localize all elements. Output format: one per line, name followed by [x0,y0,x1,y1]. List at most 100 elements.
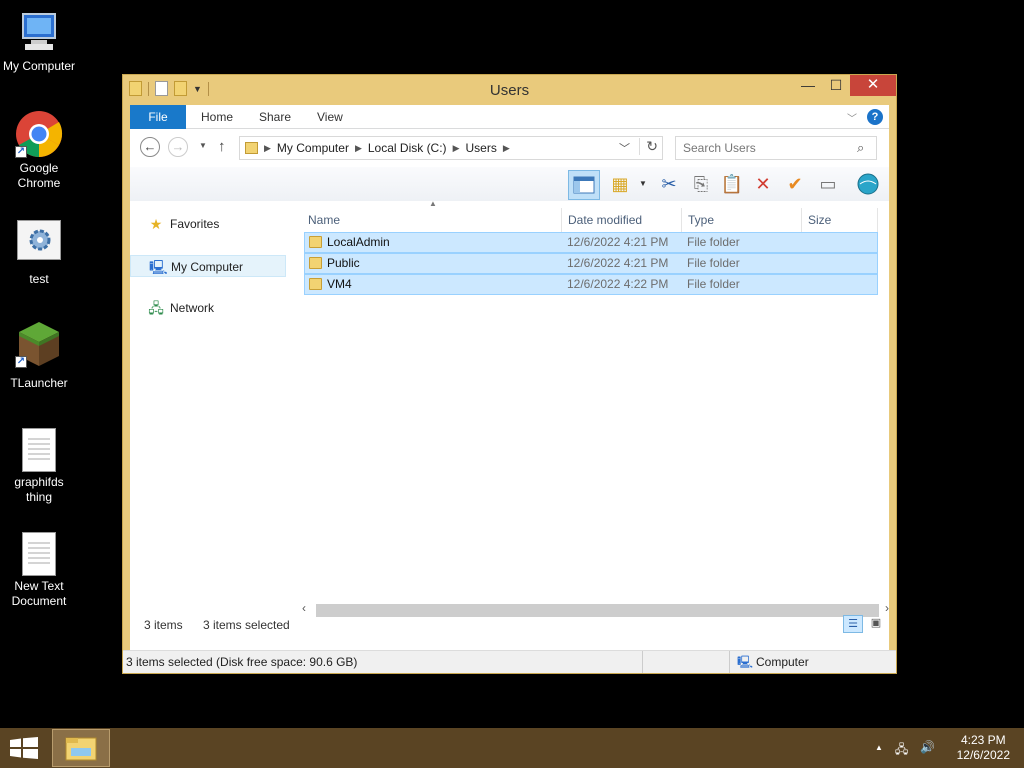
refresh-icon[interactable]: ↻ [639,138,658,155]
tab-file[interactable]: File [130,105,186,129]
network-icon[interactable]: 🖧 [895,740,908,761]
volume-icon[interactable]: 🔊 [920,740,935,761]
column-header-name[interactable]: Name [302,208,562,232]
info-bar: 3 items 3 items selected ☰ ▣ [130,612,889,638]
nav-item-favorites[interactable]: ★ Favorites [130,213,286,235]
file-date: 12/6/2022 4:22 PM [567,277,669,291]
address-dropdown-icon[interactable]: ﹀ [619,140,630,156]
shortcut-arrow-icon: ↗ [15,146,27,158]
tab-view[interactable]: View [317,105,343,129]
file-name: VM4 [327,277,352,291]
file-row[interactable]: VM4 12/6/2022 4:22 PM File folder [304,274,878,295]
file-type: File folder [687,235,740,249]
search-icon[interactable]: ⌕ [857,140,864,156]
desktop-icon-label: test [29,272,49,286]
window-controls: — ☐ ✕ [794,75,896,96]
chevron-right-icon[interactable]: ▶ [503,143,510,154]
taskbar-file-explorer[interactable] [52,729,110,767]
breadcrumb-my-computer[interactable]: My Computer [277,141,349,155]
file-type: File folder [687,256,740,270]
desktop-icon-tlauncher[interactable]: ↗ TLauncher [0,320,78,391]
desktop-icon-google-chrome[interactable]: ↗ Google Chrome [0,110,78,191]
nav-item-label: Favorites [170,217,220,231]
start-button[interactable] [10,737,38,759]
system-tray: ▲ 🖧 🔊 [875,740,935,761]
back-button[interactable]: ← [140,137,160,157]
nav-item-label: Network [170,301,215,315]
address-bar[interactable]: ▶ My Computer ▶ Local Disk (C:) ▶ Users … [239,136,663,160]
paste-icon[interactable]: 📋 [720,172,744,196]
delete-icon[interactable]: ✕ [751,172,775,196]
folder-icon [309,278,322,290]
text-document-icon [22,532,56,576]
globe-icon[interactable] [856,172,880,196]
computer-icon: 🖳 [149,259,168,275]
preview-pane-icon[interactable] [568,170,600,200]
folder-icon [309,257,322,269]
status-bar: 3 items selected (Disk free space: 90.6 … [123,650,896,673]
large-icons-view-icon[interactable]: ▣ [867,615,885,633]
show-hidden-icons-icon[interactable]: ▲ [875,743,883,761]
breadcrumb-local-disk[interactable]: Local Disk (C:) [368,141,447,155]
layout-icon[interactable]: ▦ [608,172,632,196]
column-header-type[interactable]: Type [682,208,802,232]
details-view-icon[interactable]: ☰ [843,615,863,633]
desktop-icon-label: graphifds thing [14,475,64,504]
breadcrumb-users[interactable]: Users [465,141,496,155]
computer-icon: 🖳 [737,655,754,669]
close-button[interactable]: ✕ [850,75,896,96]
maximize-button[interactable]: ☐ [822,75,850,96]
ribbon-right-controls: ﹀ ? [847,109,883,125]
cut-icon[interactable]: ✂ [657,172,681,196]
file-row[interactable]: LocalAdmin 12/6/2022 4:21 PM File folder [304,232,878,253]
text-document-icon [22,428,56,472]
selected-count: 3 items selected [203,618,290,632]
recent-locations-chevron-icon[interactable]: ▼ [199,141,207,150]
desktop-icon-graphifds-thing[interactable]: graphifds thing [0,428,78,505]
chevron-right-icon[interactable]: ▶ [264,143,271,154]
up-arrow-icon[interactable]: ↑ [218,138,226,155]
desktop-icon-new-text-document[interactable]: New Text Document [0,532,78,609]
copy-icon[interactable]: ⎘ [689,172,713,196]
taskbar: ▲ 🖧 🔊 4:23 PM 12/6/2022 [0,728,1024,768]
expand-ribbon-chevron-icon[interactable]: ﹀ [847,110,857,125]
desktop-icon-my-computer[interactable]: My Computer [0,8,78,74]
column-header-size[interactable]: Size [802,208,878,232]
star-icon: ★ [149,216,163,232]
column-header-date-modified[interactable]: Date modified [562,208,682,232]
chrome-icon: ↗ [15,110,63,158]
desktop-icon-label: My Computer [2,59,76,73]
tab-home[interactable]: Home [201,105,233,129]
desktop-icon-label: New Text Document [11,579,67,608]
file-row[interactable]: Public 12/6/2022 4:21 PM File folder [304,253,878,274]
nav-item-network[interactable]: 🖧 Network [130,297,286,319]
grass-block-icon: ↗ [15,320,63,368]
forward-button[interactable]: → [168,137,188,157]
settings-file-icon [17,220,61,260]
file-list: ▲ Name Date modified Type Size LocalAdmi… [302,199,889,630]
help-button[interactable]: ? [867,109,883,125]
command-toolbar: ▦ ▼ ✂ ⎘ 📋 ✕ ✔ ▭ [130,167,889,201]
layout-dropdown-icon[interactable]: ▼ [639,179,647,188]
computer-icon [15,8,63,56]
minimize-button[interactable]: — [794,75,822,96]
shortcut-arrow-icon: ↗ [15,356,27,368]
clock[interactable]: 4:23 PM 12/6/2022 [957,733,1010,763]
file-type: File folder [687,277,740,291]
status-location: Computer [756,655,809,669]
rename-icon[interactable]: ▭ [816,172,840,196]
title-bar[interactable]: ▼ Users — ☐ ✕ [123,75,896,105]
sort-ascending-icon: ▲ [429,199,437,208]
chevron-right-icon[interactable]: ▶ [453,143,460,154]
nav-item-my-computer[interactable]: 🖳 My Computer [130,255,286,277]
checkmark-icon[interactable]: ✔ [783,172,807,196]
item-count: 3 items [144,618,183,632]
file-date: 12/6/2022 4:21 PM [567,235,669,249]
tab-share[interactable]: Share [259,105,291,129]
file-date: 12/6/2022 4:21 PM [567,256,669,270]
chevron-right-icon[interactable]: ▶ [355,143,362,154]
search-input[interactable]: Search Users [675,136,877,160]
desktop-icon-test[interactable]: test [0,220,78,287]
ribbon-tabs: File Home Share View ﹀ ? [130,105,889,129]
explorer-window: ▼ Users — ☐ ✕ File Home Share View ﹀ ? ←… [122,74,897,674]
